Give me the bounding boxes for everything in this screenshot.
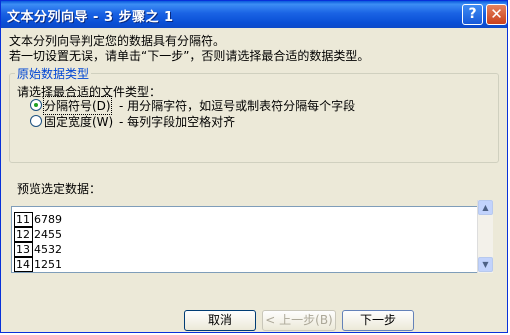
group-legend: 原始数据类型: [15, 65, 92, 82]
title-bar[interactable]: 文本分列向导 - 3 步骤之 1 ? ✕: [1, 1, 507, 28]
fixed-width-radio[interactable]: [30, 115, 42, 127]
row-number: 11: [14, 212, 33, 227]
row-number: 12: [14, 227, 33, 242]
close-button[interactable]: ✕: [486, 4, 507, 25]
preview-cell: 6789: [34, 213, 62, 226]
fixed-width-option-desc: - 每列字段加空格对齐: [119, 115, 236, 129]
row-number: 13: [14, 242, 33, 257]
next-button[interactable]: 下一步: [342, 310, 414, 331]
row-number: 14: [14, 257, 33, 272]
delimited-option-label[interactable]: 分隔符号(D): [43, 96, 112, 115]
intro-line-2: 若一切设置无误，请单击“下一步”，否则请选择最合适的数据类型。: [9, 49, 370, 63]
help-button[interactable]: ?: [462, 4, 483, 25]
preview-vertical-scrollbar[interactable]: ▲ ▼: [477, 200, 493, 273]
fixed-width-option-label[interactable]: 固定宽度(W): [44, 113, 113, 130]
preview-cell: 4532: [34, 243, 62, 256]
back-button[interactable]: < 上一步(B): [262, 310, 336, 331]
scroll-up-icon[interactable]: ▲: [478, 200, 493, 215]
delimited-option-desc: - 用分隔字符，如逗号或制表符分隔每个字段: [119, 99, 356, 113]
window-title: 文本分列向导 - 3 步骤之 1: [7, 10, 174, 25]
preview-cell: 2455: [34, 228, 62, 241]
wizard-window: 文本分列向导 - 3 步骤之 1 ? ✕ 文本分列向导判定您的数据具有分隔符。 …: [0, 0, 508, 333]
delimited-radio[interactable]: [30, 99, 42, 111]
data-preview[interactable]: 11 6789 12 2455 13 4532 14 1251: [11, 206, 490, 273]
scroll-down-icon[interactable]: ▼: [478, 257, 493, 272]
preview-label: 预览选定数据：: [17, 182, 102, 196]
cancel-button[interactable]: 取消: [184, 310, 256, 331]
preview-cell: 1251: [34, 258, 62, 271]
